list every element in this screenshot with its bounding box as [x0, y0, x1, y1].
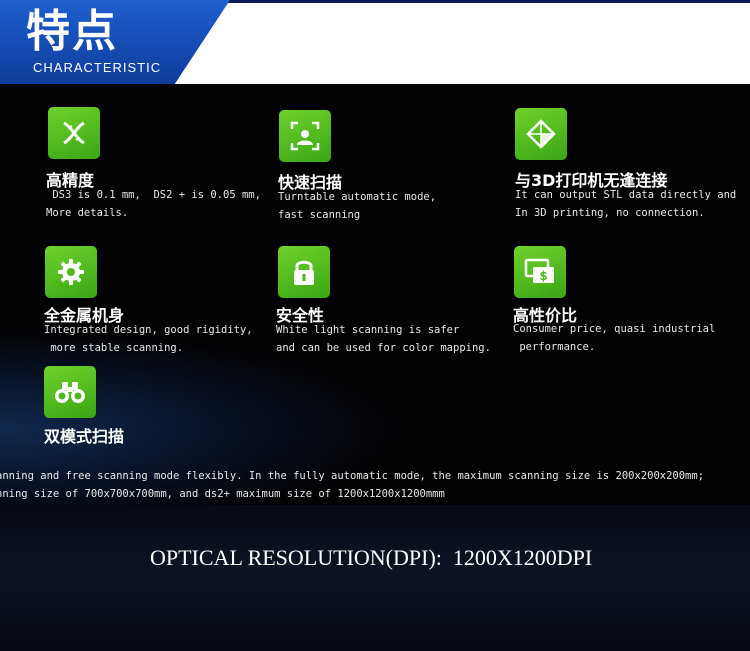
- scan-icon: [279, 110, 331, 162]
- feature-desc-metal-body-2: more stable scanning.: [44, 342, 184, 354]
- feature-desc-metal-body-1: Integrated design, good rigidity,: [44, 324, 253, 336]
- binoculars-icon: [44, 366, 96, 418]
- svg-text:$: $: [539, 269, 547, 283]
- feature-desc-precision-1: DS3 is 0.1 mm, DS2 + is 0.05 mm,: [46, 189, 261, 201]
- feature-desc-3d-print-2: In 3D printing, no connection.: [515, 207, 705, 219]
- feature-desc-3d-print-1: It can output STL data directly and: [515, 189, 737, 201]
- feature-desc-safety-2: and can be used for color mapping.: [276, 342, 491, 354]
- header-bar: 特点 CHARACTERISTIC: [0, 0, 750, 84]
- feature-title-dual-mode: 双模式扫描: [44, 427, 125, 446]
- optical-resolution: OPTICAL RESOLUTION(DPI): 1200X1200DPI: [150, 545, 593, 570]
- feature-desc-fast-scan-1: Turntable automatic mode,: [278, 191, 437, 203]
- header-badge: 特点 CHARACTERISTIC: [0, 0, 230, 84]
- resolution-band: [0, 505, 750, 651]
- feature-desc-fast-scan-2: fast scanning: [278, 209, 361, 221]
- dual-mode-desc-line-1: anning and free scanning mode flexibly. …: [0, 470, 705, 482]
- lock-icon: [278, 246, 330, 298]
- feature-desc-value-2: performance.: [513, 341, 596, 353]
- price-icon: $: [514, 246, 566, 298]
- header-title-cn: 特点: [26, 6, 118, 57]
- feature-desc-precision-2: More details.: [46, 207, 129, 219]
- header-title-en: CHARACTERISTIC: [33, 60, 162, 75]
- dual-mode-desc-line-2: nning size of 700x700x700mm, and ds2+ ma…: [0, 488, 445, 500]
- cube-icon: [515, 108, 567, 160]
- feature-desc-safety-1: White light scanning is safer: [276, 324, 460, 336]
- dna-icon: [48, 107, 100, 159]
- gear-icon: [45, 246, 97, 298]
- feature-desc-value-1: Consumer price, quasi industrial: [513, 323, 716, 335]
